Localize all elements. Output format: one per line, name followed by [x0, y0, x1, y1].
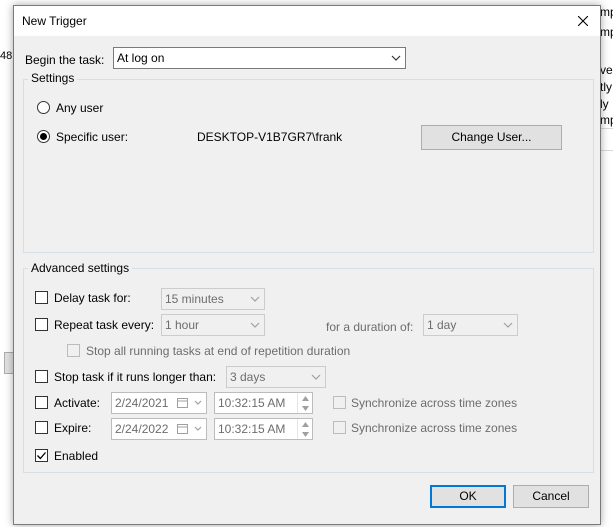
- enabled-checkbox[interactable]: [35, 449, 48, 462]
- stop-task-label: Stop task if it runs longer than:: [54, 370, 217, 384]
- any-user-label: Any user: [56, 101, 104, 115]
- advanced-settings-title: Advanced settings: [28, 261, 133, 275]
- title-bar: New Trigger: [14, 6, 600, 36]
- calendar-icon: [177, 423, 188, 437]
- repeat-task-label: Repeat task every:: [54, 318, 155, 332]
- chevron-down-icon: [193, 423, 203, 437]
- specific-user-label: Specific user:: [56, 130, 129, 144]
- duration-label: for a duration of:: [326, 320, 414, 334]
- expire-sync-label: Synchronize across time zones: [351, 421, 518, 435]
- background-divider: [600, 128, 613, 129]
- delay-task-dropdown[interactable]: 15 minutes: [161, 288, 265, 310]
- expire-checkbox[interactable]: [35, 421, 48, 434]
- activate-sync-checkbox[interactable]: [333, 396, 346, 409]
- delay-task-value: 15 minutes: [165, 292, 224, 306]
- expire-time-spinner[interactable]: 10:32:15 AM: [214, 418, 313, 440]
- begin-task-label: Begin the task:: [25, 53, 105, 67]
- expire-date-value: 2/24/2022: [115, 422, 169, 436]
- ok-button[interactable]: OK: [430, 485, 506, 508]
- duration-value: 1 day: [427, 318, 457, 332]
- calendar-icon: [177, 397, 188, 411]
- chevron-down-icon: [249, 318, 261, 332]
- duration-dropdown[interactable]: 1 day: [423, 314, 518, 336]
- spin-arrows-icon[interactable]: [297, 419, 312, 439]
- specific-user-radio[interactable]: [37, 130, 50, 143]
- enabled-label: Enabled: [54, 449, 99, 463]
- expire-date-picker[interactable]: 2/24/2022: [111, 418, 207, 440]
- activate-date-value: 2/24/2021: [115, 396, 169, 410]
- background-text: ve: [600, 63, 613, 77]
- expire-sync-checkbox[interactable]: [333, 421, 346, 434]
- repeat-task-checkbox[interactable]: [35, 318, 48, 331]
- settings-group-title: Settings: [28, 71, 78, 85]
- stop-all-tasks-checkbox[interactable]: [67, 344, 80, 357]
- background-text: mp: [600, 113, 613, 127]
- chevron-down-icon: [310, 370, 322, 384]
- new-trigger-dialog: New Trigger Begin the task: At log on Se…: [13, 5, 601, 525]
- activate-time-value: 10:32:15 AM: [218, 396, 286, 410]
- chevron-down-icon: [502, 318, 514, 332]
- user-value: DESKTOP-V1B7GR7\frank: [197, 130, 343, 144]
- background-divider: [600, 150, 613, 151]
- stop-all-tasks-label: Stop all running tasks at end of repetit…: [86, 344, 351, 358]
- activate-date-picker[interactable]: 2/24/2021: [111, 392, 207, 414]
- activate-sync-label: Synchronize across time zones: [351, 396, 518, 410]
- background-window-left: 48:: [0, 0, 15, 527]
- background-text: ly: [600, 97, 609, 111]
- checkmark-icon: [37, 452, 46, 460]
- begin-task-value: At log on: [117, 51, 165, 65]
- stop-task-checkbox[interactable]: [35, 370, 48, 383]
- background-text: tly: [600, 80, 612, 94]
- window-title: New Trigger: [22, 14, 87, 28]
- close-icon: [577, 15, 589, 27]
- delay-task-checkbox[interactable]: [35, 291, 48, 304]
- activate-time-spinner[interactable]: 10:32:15 AM: [214, 392, 313, 414]
- stop-task-value: 3 days: [230, 370, 266, 384]
- expire-label: Expire:: [54, 421, 92, 435]
- background-text: mp: [600, 5, 613, 19]
- activate-label: Activate:: [54, 396, 101, 410]
- change-user-button[interactable]: Change User...: [421, 125, 562, 150]
- settings-group: [23, 79, 594, 253]
- cancel-button[interactable]: Cancel: [513, 485, 589, 508]
- chevron-down-icon: [193, 397, 203, 411]
- delay-task-label: Delay task for:: [54, 291, 131, 305]
- repeat-interval-value: 1 hour: [165, 318, 200, 332]
- expire-time-value: 10:32:15 AM: [218, 422, 286, 436]
- close-button[interactable]: [572, 10, 594, 32]
- background-text: mp: [600, 25, 613, 39]
- begin-task-dropdown[interactable]: At log on: [113, 47, 406, 69]
- any-user-radio[interactable]: [37, 101, 50, 114]
- chevron-down-icon: [249, 292, 261, 306]
- repeat-interval-dropdown[interactable]: 1 hour: [161, 314, 265, 336]
- activate-checkbox[interactable]: [35, 396, 48, 409]
- spin-arrows-icon[interactable]: [297, 393, 312, 413]
- background-window-right: mp mp ve tly ly mp: [600, 0, 613, 527]
- chevron-down-icon: [390, 51, 402, 65]
- stop-task-dropdown[interactable]: 3 days: [226, 366, 326, 388]
